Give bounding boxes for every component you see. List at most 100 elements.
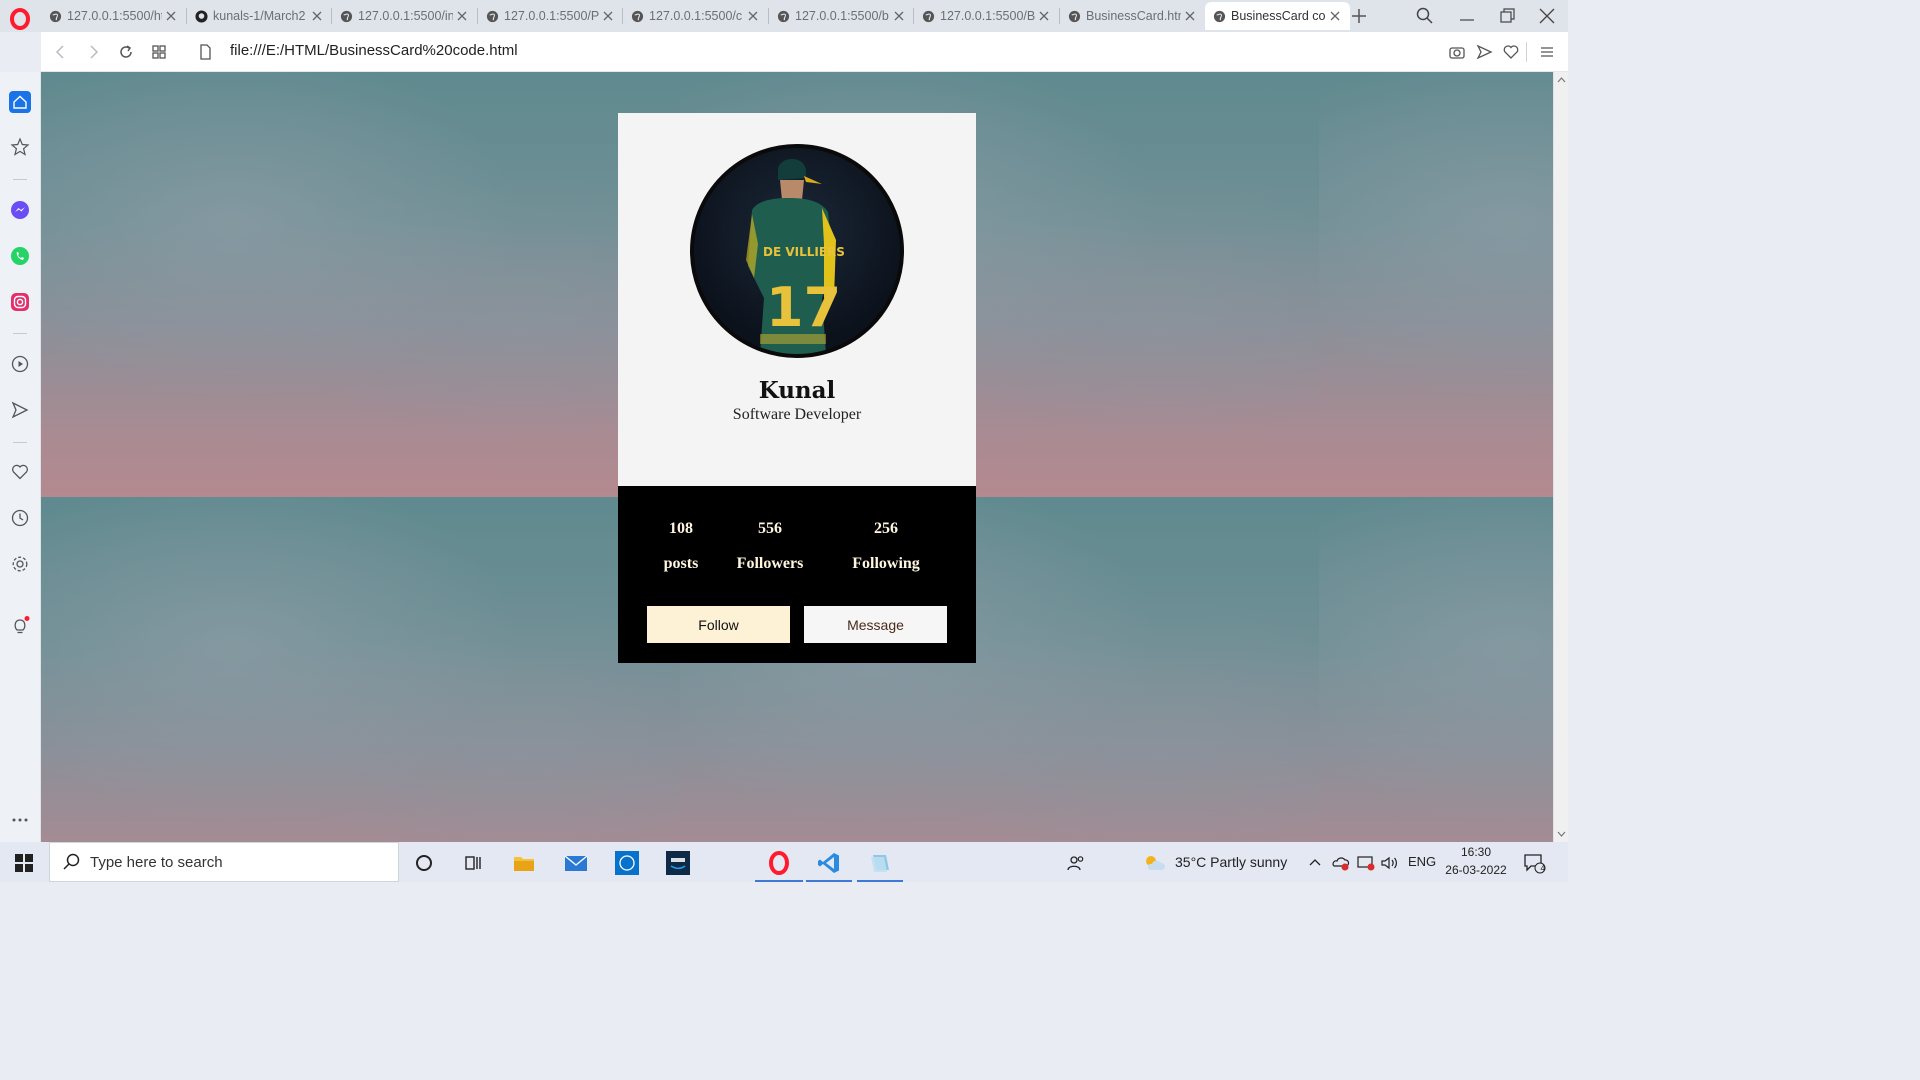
page-scrollbar[interactable] [1553,72,1568,842]
tab-close-icon[interactable] [1181,7,1199,25]
scroll-down-arrow-icon[interactable] [1554,828,1569,840]
tab-close-icon[interactable] [162,7,180,25]
browser-tab[interactable]: 127.0.0.1:5500/in [332,2,477,30]
tab-search-icon[interactable] [1414,6,1436,26]
background-cloud-tile [1319,497,1553,842]
dell-app-icon[interactable] [614,850,640,876]
tab-separator [622,8,623,24]
clock-time[interactable]: 16:30 [1442,845,1510,859]
globe-icon [49,10,62,22]
network-status-icon[interactable] [1354,850,1378,876]
minimize-icon[interactable] [1456,6,1478,26]
scroll-up-arrow-icon[interactable] [1554,74,1569,86]
stat-posts-label: posts [663,555,699,572]
tab-label: 127.0.0.1:5500/P [504,9,599,23]
volume-speaker-icon[interactable] [1377,850,1401,876]
my-flow-send-icon[interactable] [9,399,31,421]
people-icon[interactable] [1063,850,1089,876]
opera-taskbar-icon[interactable] [766,850,792,876]
file-explorer-icon[interactable] [511,850,537,876]
taskbar-search-box[interactable]: Type here to search [49,842,399,882]
back-icon[interactable] [51,42,71,62]
tab-label: BusinessCard.htm [1086,9,1181,23]
clock-date[interactable]: 26-03-2022 [1442,863,1510,877]
instagram-icon[interactable] [9,291,31,313]
globe-icon [777,10,790,22]
background-cloud-tile [41,497,680,842]
jersey-name-text: DE VILLIERS [763,245,845,259]
notepad-app-icon[interactable] [867,850,893,876]
history-clock-icon[interactable] [9,507,31,529]
reload-icon[interactable] [116,42,136,62]
new-tab-plus-icon[interactable] [1348,5,1370,27]
show-hidden-icons-chevron-icon[interactable] [1303,850,1327,876]
opera-active-indicator [755,880,803,882]
browser-tab[interactable]: 127.0.0.1:5500/P [478,2,623,30]
tab-close-icon[interactable] [1035,7,1053,25]
send-share-icon[interactable] [1474,42,1494,62]
tab-close-icon[interactable] [599,7,617,25]
bookmarks-heart-icon[interactable] [9,461,31,483]
browser-tab[interactable]: 127.0.0.1:5500/b [769,2,914,30]
browser-tab[interactable]: 127.0.0.1:5500/B [914,2,1059,30]
language-indicator[interactable]: ENG [1408,854,1436,869]
tips-lightbulb-icon[interactable] [9,615,31,637]
browser-tab[interactable]: 127.0.0.1:5500/c [623,2,768,30]
stat-followers-value: 556 [758,520,782,537]
tab-label: 127.0.0.1:5500/b [795,9,889,23]
tab-close-icon[interactable] [308,7,326,25]
messenger-icon[interactable] [9,199,31,221]
tab-close-icon[interactable] [453,7,471,25]
snapshot-camera-icon[interactable] [1447,42,1467,62]
task-view-icon[interactable] [460,850,486,876]
globe-icon [1213,10,1226,22]
more-ellipsis-icon[interactable] [9,809,31,831]
stat-following-value: 256 [874,520,898,537]
jersey-number-text: 17 [766,276,841,339]
whatsapp-icon[interactable] [9,245,31,267]
profile-photo: DE VILLIERS 17 [746,159,845,354]
browser-tab[interactable]: BusinessCard co [1205,2,1350,30]
github-icon [195,9,208,23]
restore-icon[interactable] [1496,6,1518,26]
globe-icon [1068,10,1081,22]
tab-label: 127.0.0.1:5500/B [940,9,1035,23]
tab-close-icon[interactable] [890,7,908,25]
forward-icon[interactable] [83,42,103,62]
weather-partly-sunny-icon[interactable] [1141,850,1167,876]
cortana-circle-icon[interactable] [411,850,437,876]
settings-gear-icon[interactable] [9,553,31,575]
mail-icon[interactable] [563,850,589,876]
bookmark-heart-icon[interactable] [1501,42,1521,62]
file-page-icon[interactable] [195,42,215,62]
prime-video-icon[interactable] [665,850,691,876]
player-icon[interactable] [9,353,31,375]
url-field[interactable]: file:///E:/HTML/BusinessCard%20code.html [230,42,518,59]
background-cloud-tile [1319,72,1553,497]
speed-dial-grid-icon[interactable] [149,42,169,62]
pinboard-star-icon[interactable] [9,136,31,158]
taskbar-search-placeholder: Type here to search [90,853,223,871]
address-bar-divider [1526,42,1527,62]
close-window-icon[interactable] [1536,6,1558,26]
browser-tab[interactable]: BusinessCard.htm [1060,2,1205,30]
tab-close-icon[interactable] [1326,7,1344,25]
browser-tab[interactable]: 127.0.0.1:5500/ht [41,2,186,30]
tab-separator [768,8,769,24]
tab-label: BusinessCard co [1231,9,1326,23]
opera-logo-icon[interactable] [9,8,31,30]
tab-label: 127.0.0.1:5500/ht [67,9,162,23]
stat-followers-label: Followers [736,555,804,572]
onedrive-error-icon[interactable] [1329,850,1353,876]
weather-text[interactable]: 35°C Partly sunny [1175,854,1287,870]
tab-label: kunals-1/March2 [213,9,306,23]
follow-button[interactable]: Follow [647,606,790,643]
tab-label: 127.0.0.1:5500/in [358,9,453,23]
message-button[interactable]: Message [804,606,947,643]
easy-setup-icon[interactable] [1537,42,1557,62]
tab-close-icon[interactable] [744,7,762,25]
home-icon[interactable] [9,91,31,113]
browser-tab[interactable]: kunals-1/March2 [187,2,332,30]
vscode-icon[interactable] [816,850,842,876]
windows-start-icon[interactable] [14,853,34,873]
